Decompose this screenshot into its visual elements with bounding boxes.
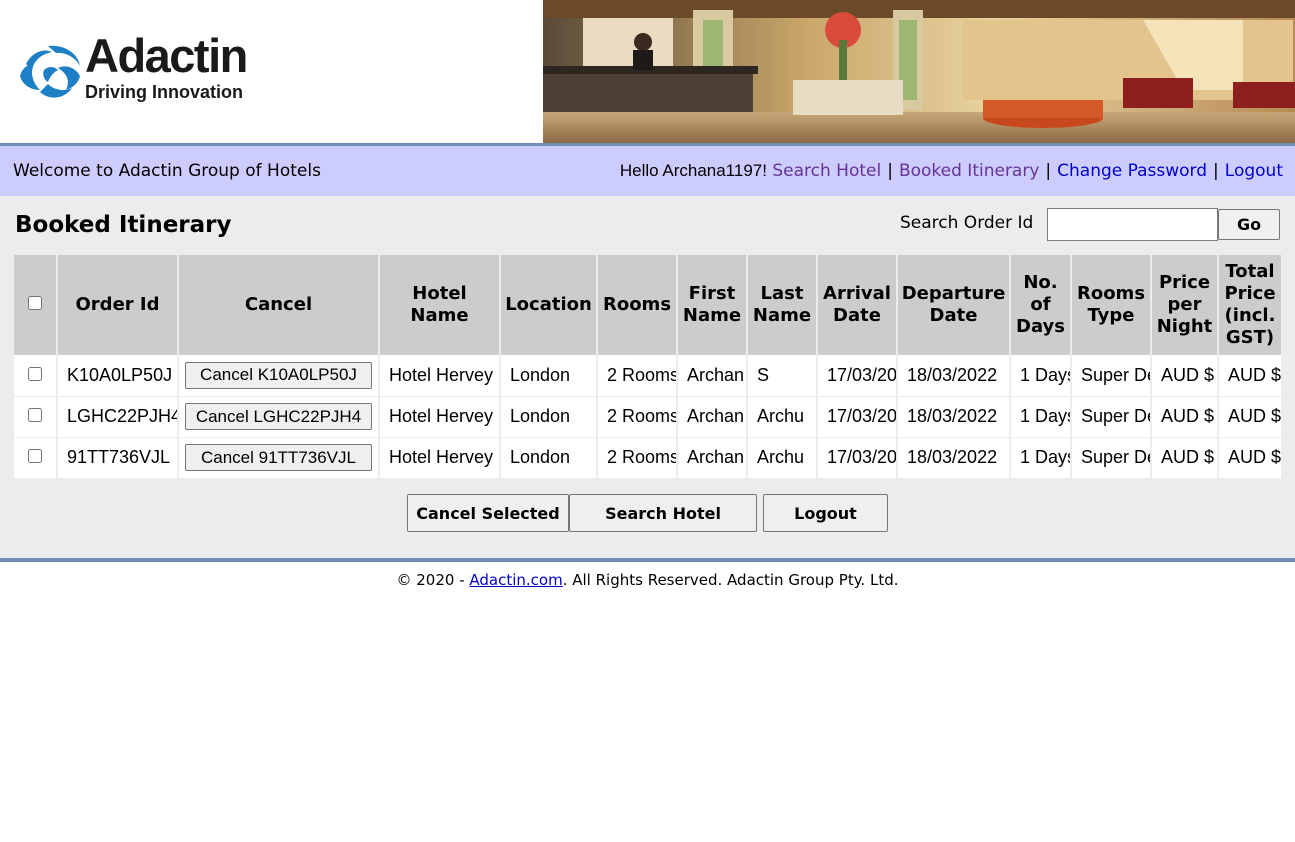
cancel-cell: Cancel 91TT736VJL <box>178 437 380 479</box>
column-header: Price per Night <box>1151 255 1219 355</box>
last-name-cell: Archu <box>747 396 818 438</box>
search-hotel-button[interactable]: Search Hotel <box>569 494 757 532</box>
total-price-cell: AUD $ <box>1218 396 1283 438</box>
column-header: First Name <box>677 255 748 355</box>
column-header: Cancel <box>178 255 380 355</box>
location-cell: London <box>500 396 598 438</box>
top-nav-bar: Welcome to Adactin Group of Hotels Hello… <box>0 143 1295 196</box>
column-header: Total Price (incl. GST) <box>1218 255 1283 355</box>
first-name-cell: Archan <box>677 437 748 479</box>
search-order-id-label: Search Order Id <box>900 213 1034 233</box>
itinerary-table: Order Id Cancel Hotel Name Location Room… <box>14 255 1283 479</box>
cancel-cell: Cancel K10A0LP50J <box>178 355 380 397</box>
table-row: K10A0LP50J Cancel K10A0LP50J Hotel Herve… <box>14 355 1283 397</box>
lobby-photo-image <box>543 0 1295 143</box>
departure-date-cell: 18/03/2022 <box>897 437 1011 479</box>
column-header: Hotel Name <box>379 255 501 355</box>
select-all-header <box>14 255 58 355</box>
go-button[interactable]: Go <box>1218 209 1280 240</box>
price-per-night-cell: AUD $ <box>1151 396 1219 438</box>
nav-link-booked-itinerary[interactable]: Booked Itinerary <box>899 161 1039 181</box>
last-name-cell: S <box>747 355 818 397</box>
price-per-night-cell: AUD $ <box>1151 355 1219 397</box>
order-id-cell: K10A0LP50J <box>57 355 179 397</box>
order-id-cell: 91TT736VJL <box>57 437 179 479</box>
price-per-night-cell: AUD $ <box>1151 437 1219 479</box>
rooms-type-cell: Super De <box>1071 437 1152 479</box>
cancel-order-button[interactable]: Cancel K10A0LP50J <box>185 361 372 389</box>
footer-copyright-prefix: © 2020 - <box>396 571 470 589</box>
departure-date-cell: 18/03/2022 <box>897 355 1011 397</box>
arrival-date-cell: 17/03/20 <box>817 437 898 479</box>
search-order-id-input[interactable] <box>1047 208 1218 241</box>
footer-copyright-suffix: . All Rights Reserved. Adactin Group Pty… <box>562 571 899 589</box>
column-header: Last Name <box>747 255 818 355</box>
logout-button[interactable]: Logout <box>763 494 888 532</box>
row-select-checkbox[interactable] <box>28 408 42 422</box>
page-title: Booked Itinerary <box>15 212 232 238</box>
row-select-checkbox[interactable] <box>28 366 42 381</box>
first-name-cell: Archan <box>677 396 748 438</box>
rooms-type-cell: Super De <box>1071 396 1152 438</box>
arrival-date-cell: 17/03/20 <box>817 396 898 438</box>
page-header: Adactin Driving Innovation <box>0 0 1295 143</box>
column-header: Rooms <box>597 255 678 355</box>
main-content: Booked Itinerary Search Order Id Go Orde… <box>0 196 1295 558</box>
column-header: Departure Date <box>897 255 1011 355</box>
page-footer: © 2020 - Adactin.com. All Rights Reserve… <box>0 558 1295 598</box>
order-id-cell: LGHC22PJH4 <box>57 396 179 438</box>
user-nav: Hello Archana1197! Search Hotel | Booked I… <box>620 161 1283 181</box>
logo-swirl-icon <box>20 45 80 98</box>
rooms-cell: 2 Rooms <box>597 437 678 479</box>
rooms-cell: 2 Rooms <box>597 396 678 438</box>
column-header: No. of Days <box>1010 255 1072 355</box>
no-of-days-cell: 1 Days <box>1010 355 1072 397</box>
row-select-cell <box>14 396 58 438</box>
hotel-name-cell: Hotel Hervey <box>379 396 501 438</box>
column-header: Rooms Type <box>1071 255 1152 355</box>
row-select-checkbox[interactable] <box>28 449 42 463</box>
no-of-days-cell: 1 Days <box>1010 396 1072 438</box>
table-row: 91TT736VJL Cancel 91TT736VJL Hotel Herve… <box>14 437 1283 479</box>
footer-adactin-link[interactable]: Adactin.com <box>469 571 562 589</box>
row-select-cell <box>14 437 58 479</box>
last-name-cell: Archu <box>747 437 818 479</box>
adactin-logo[interactable]: Adactin Driving Innovation <box>18 32 288 104</box>
welcome-message: Welcome to Adactin Group of Hotels <box>13 161 321 181</box>
rooms-cell: 2 Rooms <box>597 355 678 397</box>
total-price-cell: AUD $ <box>1218 355 1283 397</box>
arrival-date-cell: 17/03/20 <box>817 355 898 397</box>
location-cell: London <box>500 437 598 479</box>
rooms-type-cell: Super De <box>1071 355 1152 397</box>
table-row: LGHC22PJH4 Cancel LGHC22PJH4 Hotel Herve… <box>14 396 1283 438</box>
nav-separator: | <box>1045 161 1052 181</box>
cancel-order-button[interactable]: Cancel 91TT736VJL <box>185 444 372 471</box>
cancel-order-button[interactable]: Cancel LGHC22PJH4 <box>185 403 372 430</box>
nav-link-logout[interactable]: Logout <box>1225 161 1283 181</box>
logo-tagline: Driving Innovation <box>85 82 244 102</box>
total-price-cell: AUD $ <box>1218 437 1283 479</box>
departure-date-cell: 18/03/2022 <box>897 396 1011 438</box>
table-header-row: Order Id Cancel Hotel Name Location Room… <box>14 255 1283 355</box>
hotel-name-cell: Hotel Hervey <box>379 437 501 479</box>
nav-separator: | <box>1213 161 1219 181</box>
no-of-days-cell: 1 Days <box>1010 437 1072 479</box>
first-name-cell: Archan <box>677 355 748 397</box>
hotel-lobby-banner <box>543 0 1295 143</box>
user-greeting: Hello Archana1197! <box>619 161 767 180</box>
row-select-cell <box>14 355 58 397</box>
logo-wordmark: Adactin <box>85 29 248 82</box>
cancel-selected-button[interactable]: Cancel Selected <box>407 494 569 532</box>
cancel-cell: Cancel LGHC22PJH4 <box>178 396 380 438</box>
nav-link-search-hotel[interactable]: Search Hotel <box>772 161 881 181</box>
column-header: Location <box>500 255 598 355</box>
select-all-checkbox[interactable] <box>28 296 42 310</box>
hotel-name-cell: Hotel Hervey <box>379 355 501 397</box>
column-header: Order Id <box>57 255 179 355</box>
location-cell: London <box>500 355 598 397</box>
column-header: Arrival Date <box>817 255 898 355</box>
bottom-actions: Cancel Selected Search Hotel Logout <box>0 494 1295 532</box>
nav-link-change-password[interactable]: Change Password <box>1057 161 1207 181</box>
nav-separator: | <box>887 161 893 181</box>
